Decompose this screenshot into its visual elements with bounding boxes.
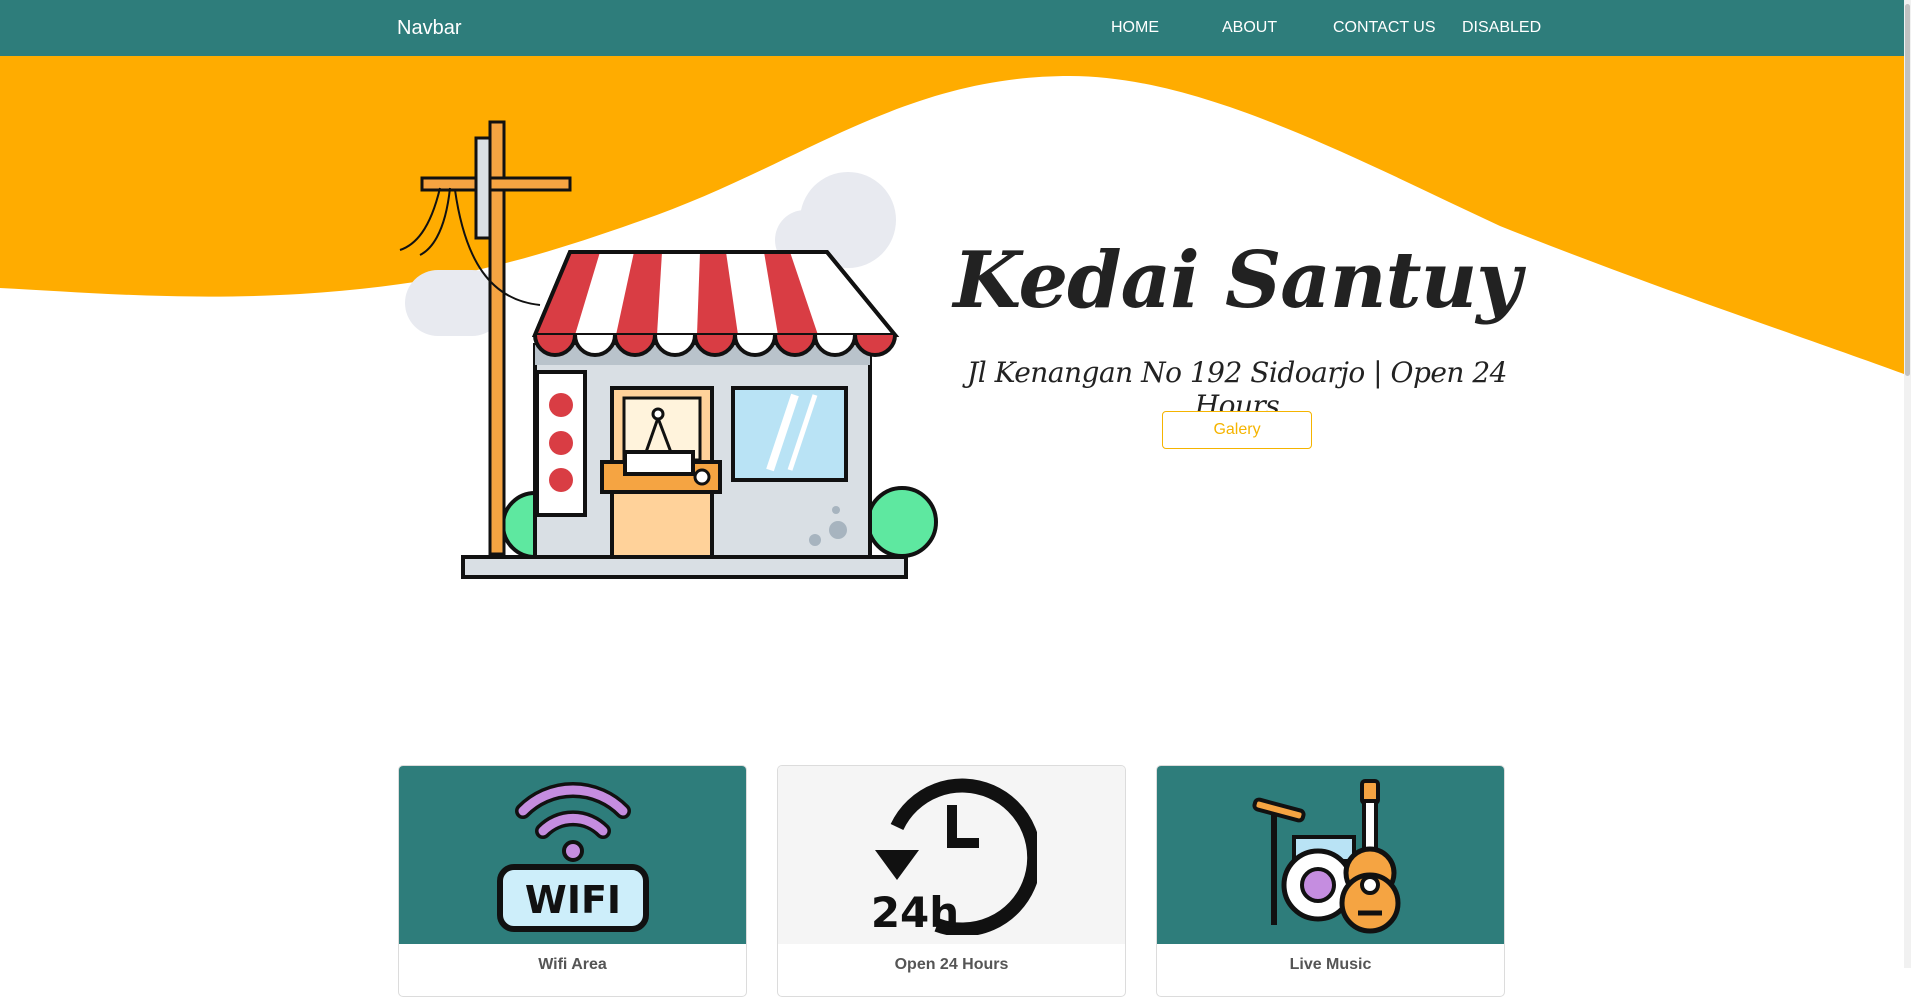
navbar-brand[interactable]: Navbar — [397, 17, 461, 40]
shop-icon — [399, 120, 938, 579]
card-title: Live Music — [1289, 956, 1372, 973]
clock-24h-icon: 24h — [870, 778, 1037, 935]
wifi-image-text: WIFI — [524, 878, 620, 922]
clock-image-text: 24h — [870, 888, 958, 935]
card-music-image — [1157, 766, 1504, 944]
wifi-icon: WIFI — [496, 781, 649, 932]
card-title: Wifi Area — [538, 956, 607, 973]
nav-link-home[interactable]: HOME — [1111, 19, 1159, 37]
card-title: Open 24 Hours — [894, 956, 1009, 973]
card-wifi-image: WIFI — [399, 766, 746, 944]
music-instruments-icon — [1251, 779, 1400, 934]
nav-link-contact-us[interactable]: CONTACT US — [1333, 19, 1436, 37]
hero-title: Kedai Santuy — [953, 235, 1521, 326]
card-live-music[interactable]: Live Music — [1156, 765, 1505, 997]
nav-link-disabled[interactable]: DISABLED — [1462, 19, 1541, 37]
nav-link-about[interactable]: ABOUT — [1222, 19, 1277, 37]
card-24h-image: 24h — [778, 766, 1125, 944]
card-open-24-hours[interactable]: 24h Open 24 Hours — [777, 765, 1126, 997]
card-wifi-area[interactable]: WIFI Wifi Area — [398, 765, 747, 997]
scrollbar-thumb[interactable] — [1905, 4, 1910, 376]
hero-wave-background — [0, 56, 1904, 374]
galery-button[interactable]: Galery — [1162, 411, 1312, 449]
top-navbar: Navbar HOME ABOUT CONTACT US DISABLED — [0, 0, 1904, 56]
page-scrollbar[interactable] — [1904, 0, 1911, 968]
